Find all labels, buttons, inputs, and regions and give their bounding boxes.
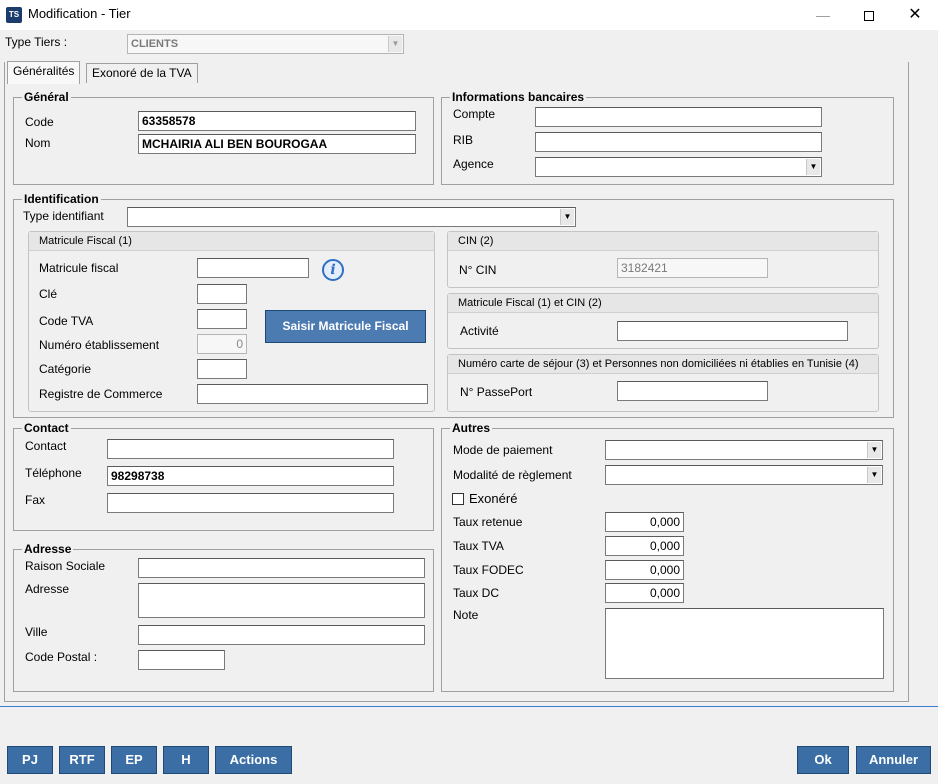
compte-field[interactable] xyxy=(535,107,822,127)
type-tiers-select: CLIENTS ▼ xyxy=(127,34,404,54)
num-etablissement-field[interactable]: 0 xyxy=(197,334,247,354)
passeport-field[interactable] xyxy=(617,381,768,401)
chevron-down-icon: ▼ xyxy=(388,36,402,52)
rtf-button[interactable]: RTF xyxy=(59,746,105,774)
modalite-reglement-select[interactable]: ▼ xyxy=(605,465,883,485)
h-button[interactable]: H xyxy=(163,746,209,774)
ncin-field[interactable]: 3182421 xyxy=(617,258,768,278)
bottom-separator xyxy=(0,706,938,707)
matricule-fiscal-label: Matricule fiscal xyxy=(39,261,119,275)
info-icon[interactable]: i xyxy=(322,259,344,281)
annuler-button[interactable]: Annuler xyxy=(856,746,931,774)
maximize-button[interactable] xyxy=(846,0,892,30)
ncin-label: N° CIN xyxy=(459,263,497,277)
taux-dc-label: Taux DC xyxy=(453,586,500,600)
code-postal-field[interactable] xyxy=(138,650,225,670)
title-bar xyxy=(0,0,938,30)
taux-tva-field[interactable]: 0,000 xyxy=(605,536,684,556)
tab-exonore-tva[interactable]: Exonoré de la TVA xyxy=(86,63,198,83)
pj-button[interactable]: PJ xyxy=(7,746,53,774)
ville-field[interactable] xyxy=(138,625,425,645)
note-label: Note xyxy=(453,608,479,622)
adresse-label: Adresse xyxy=(25,582,70,596)
taux-dc-field[interactable]: 0,000 xyxy=(605,583,684,603)
fax-field[interactable] xyxy=(107,493,394,513)
taux-tva-label: Taux TVA xyxy=(453,539,504,553)
registre-commerce-label: Registre de Commerce xyxy=(39,387,163,401)
type-tiers-value: CLIENTS xyxy=(131,38,179,50)
fax-label: Fax xyxy=(25,493,46,507)
cin-panel-title: CIN (2) xyxy=(448,232,878,251)
chevron-down-icon: ▼ xyxy=(867,442,881,458)
registre-commerce-field[interactable] xyxy=(197,384,428,404)
type-identifiant-select[interactable]: ▼ xyxy=(127,207,576,227)
window-title: Modification - Tier xyxy=(28,6,131,21)
close-button[interactable]: ✕ xyxy=(892,0,938,30)
raison-sociale-field[interactable] xyxy=(138,558,425,578)
nom-field[interactable]: MCHAIRIA ALI BEN BOUROGAA xyxy=(138,134,416,154)
maximize-icon xyxy=(864,11,874,22)
code-tva-field[interactable] xyxy=(197,309,247,329)
agence-select[interactable]: ▼ xyxy=(535,157,822,177)
matricule-fiscal-field[interactable] xyxy=(197,258,309,278)
minimize-button[interactable]: — xyxy=(800,0,846,30)
taux-fodec-field[interactable]: 0,000 xyxy=(605,560,684,580)
identification-title: Identification xyxy=(22,192,101,206)
sejour-panel-title: Numéro carte de séjour (3) et Personnes … xyxy=(448,355,878,374)
activite-field[interactable] xyxy=(617,321,848,341)
matricule-fiscal-panel-title: Matricule Fiscal (1) xyxy=(29,232,434,251)
num-etablissement-label: Numéro établissement xyxy=(39,338,160,352)
chevron-down-icon: ▼ xyxy=(560,209,574,225)
activite-label: Activité xyxy=(460,324,499,338)
contact-title: Contact xyxy=(22,421,71,435)
taux-retenue-field[interactable]: 0,000 xyxy=(605,512,684,532)
passeport-label: N° PassePort xyxy=(460,385,533,399)
ville-label: Ville xyxy=(25,625,48,639)
note-field[interactable] xyxy=(605,608,884,679)
raison-sociale-label: Raison Sociale xyxy=(25,559,106,573)
cle-field[interactable] xyxy=(197,284,247,304)
ok-button[interactable]: Ok xyxy=(797,746,849,774)
nom-label: Nom xyxy=(25,136,51,150)
code-postal-label: Code Postal : xyxy=(25,650,98,664)
adresse-field[interactable] xyxy=(138,583,425,618)
bank-title: Informations bancaires xyxy=(450,90,587,104)
code-label: Code xyxy=(25,115,54,129)
cle-label: Clé xyxy=(39,287,58,301)
categorie-label: Catégorie xyxy=(39,362,92,376)
type-tiers-label: Type Tiers : xyxy=(5,35,68,49)
mode-paiement-label: Mode de paiement xyxy=(453,443,553,457)
type-identifiant-label: Type identifiant xyxy=(23,209,104,223)
tab-generalites[interactable]: Généralités xyxy=(7,61,81,84)
modalite-reglement-label: Modalité de règlement xyxy=(453,468,572,482)
general-title: Général xyxy=(22,90,71,104)
ep-button[interactable]: EP xyxy=(111,746,157,774)
rib-label: RIB xyxy=(453,133,474,147)
adresse-title: Adresse xyxy=(22,542,74,556)
saisir-matricule-fiscal-button[interactable]: Saisir Matricule Fiscal xyxy=(265,310,426,343)
compte-label: Compte xyxy=(453,107,496,121)
taux-retenue-label: Taux retenue xyxy=(453,515,523,529)
contact-label: Contact xyxy=(25,439,67,453)
exonere-checkbox[interactable] xyxy=(452,493,464,505)
autres-title: Autres xyxy=(450,421,493,435)
chevron-down-icon: ▼ xyxy=(867,467,881,483)
telephone-field[interactable]: 98298738 xyxy=(107,466,394,486)
mf-cin-panel-title: Matricule Fiscal (1) et CIN (2) xyxy=(448,294,878,313)
mode-paiement-select[interactable]: ▼ xyxy=(605,440,883,460)
app-icon: TS xyxy=(6,7,22,23)
exonere-label: Exonéré xyxy=(469,491,518,506)
contact-field[interactable] xyxy=(107,439,394,459)
taux-fodec-label: Taux FODEC xyxy=(453,563,524,577)
actions-button[interactable]: Actions xyxy=(215,746,292,774)
categorie-field[interactable] xyxy=(197,359,247,379)
code-tva-label: Code TVA xyxy=(39,314,94,328)
telephone-label: Téléphone xyxy=(25,466,82,480)
agence-label: Agence xyxy=(453,157,494,171)
rib-field[interactable] xyxy=(535,132,822,152)
chevron-down-icon: ▼ xyxy=(806,159,820,175)
code-field[interactable]: 63358578 xyxy=(138,111,416,131)
